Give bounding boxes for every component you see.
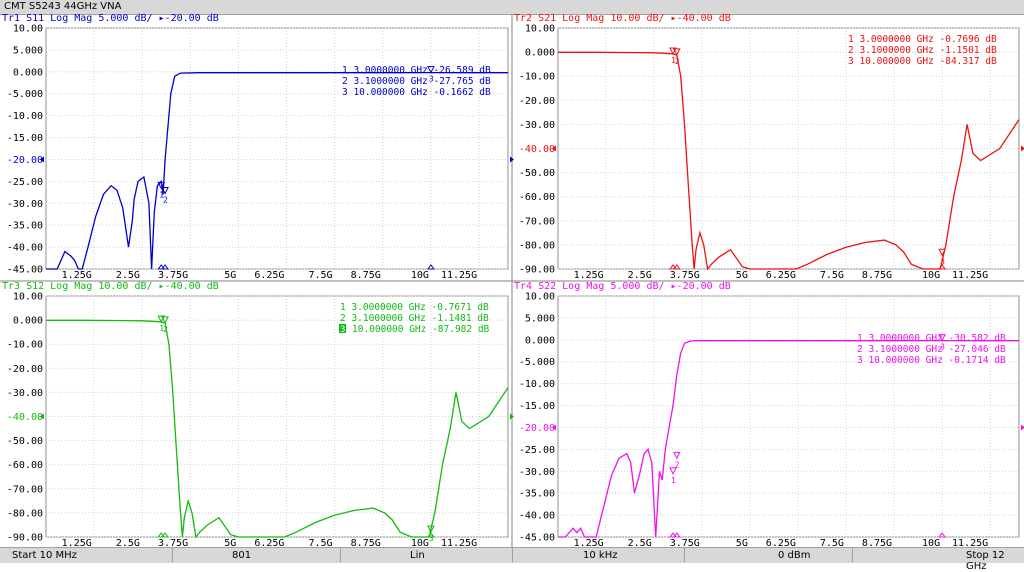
- y-tick-label: 5.000: [13, 45, 43, 56]
- y-tick-label: -90.00: [7, 533, 43, 544]
- y-tick-label: -30.00: [519, 120, 555, 131]
- marker-id: 2: [675, 57, 680, 66]
- panel-tr2: 10.00 0.000 -10.00 -20.00 -30.00 -40.00 -50.00…: [514, 13, 1024, 281]
- y-tick-label: -10.00: [519, 72, 555, 83]
- y-tick-label: -50.00: [519, 168, 555, 179]
- y-tick-label: 10.00: [13, 292, 43, 303]
- y-tick-label: -30.00: [7, 388, 43, 399]
- panel-tr3: 10.00 0.000 -10.00 -20.00 -30.00 -40.00 -50.00…: [2, 281, 514, 549]
- x-tick-label: 3.75G: [158, 270, 188, 281]
- status-points[interactable]: 801: [232, 550, 251, 561]
- marker-readout: 1 3.0000000 GHz -30.582 dB: [857, 333, 1006, 344]
- x-tick-label: 6.25G: [766, 270, 796, 281]
- y-tick-label: -40.00: [519, 511, 555, 522]
- marker-readout: 2 3.1000000 GHz -1.1481 dB: [340, 313, 489, 324]
- marker-readout: 3 10.000000 GHz -0.1714 dB: [857, 355, 1006, 366]
- marker-id: 1: [671, 476, 676, 485]
- status-ifbw[interactable]: 10 kHz: [583, 550, 617, 561]
- marker-readout: 3 10.000000 GHz -84.317 dB: [848, 56, 997, 67]
- y-tick-label: -40.00: [519, 144, 555, 155]
- y-tick-label: 0.000: [525, 335, 555, 346]
- y-tick-label: -30.00: [519, 467, 555, 478]
- x-tick-label: 8.75G: [351, 270, 381, 281]
- marker-readout: 1 3.0000000 GHz -26.589 dB: [342, 65, 491, 76]
- trace-title: Tr2 S21 Log Mag 10.00 dB/ ▸-40.00 dB: [514, 13, 731, 24]
- marker-id: 2: [163, 325, 168, 334]
- y-tick-label: -15.00: [519, 401, 555, 412]
- marker-readout: 2 3.1000000 GHz -27.046 dB: [857, 344, 1006, 355]
- y-tick-label: -20.00: [519, 423, 555, 434]
- y-tick-label: -50.00: [7, 436, 43, 447]
- y-tick-label: -30.00: [7, 199, 43, 210]
- y-tick-label: -45.00: [7, 265, 43, 276]
- y-tick-label: -35.00: [7, 221, 43, 232]
- marker-readout: 10.000000 GHz -87.982 dB: [352, 324, 490, 335]
- y-tick-label: -5.000: [519, 357, 555, 368]
- y-tick-label: -25.00: [519, 445, 555, 456]
- y-tick-label: -60.00: [7, 460, 43, 471]
- y-tick-label: 0.000: [13, 67, 43, 78]
- x-tick-label: 11.25G: [441, 270, 477, 281]
- y-tick-label: 0.000: [525, 48, 555, 59]
- status-stop[interactable]: Stop 12 GHz: [966, 550, 1024, 572]
- marker-id: 2: [675, 460, 680, 469]
- y-tick-label: -10.00: [519, 379, 555, 390]
- y-tick-label: -70.00: [519, 216, 555, 227]
- marker-readout: 3 10.000000 GHz -0.1662 dB: [342, 87, 491, 98]
- y-tick-label: -40.00: [7, 412, 43, 423]
- y-tick-label: -20.00: [519, 96, 555, 107]
- y-tick-label: -10.00: [7, 340, 43, 351]
- x-tick-label: 1.25G: [574, 270, 604, 281]
- x-tick-label: 3.75G: [670, 270, 700, 281]
- y-tick-label: -25.00: [7, 177, 43, 188]
- marker-readout: 2 3.1000000 GHz -1.1501 dB: [848, 45, 997, 56]
- y-tick-label: 10.00: [525, 292, 555, 303]
- trace-title: Tr4 S22 Log Mag 5.000 dB/ ▸-20.00 dB: [514, 281, 731, 292]
- y-tick-label: 10.00: [525, 24, 555, 35]
- y-tick-label: -90.00: [519, 265, 555, 276]
- y-tick-label: 5.000: [525, 313, 555, 324]
- x-tick-label: 11.25G: [952, 270, 988, 281]
- y-tick-label: -5.000: [7, 89, 43, 100]
- x-tick-label: 2.5G: [116, 270, 140, 281]
- status-start[interactable]: Start 10 MHz: [12, 550, 77, 561]
- y-tick-label: -80.00: [519, 240, 555, 251]
- x-tick-label: 6.25G: [254, 270, 284, 281]
- y-tick-label: -70.00: [7, 484, 43, 495]
- y-tick-label: -45.00: [519, 533, 555, 544]
- panel-tr4: 10.00 5.000 0.000 -5.000 -10.00 -15.00 -20.00 -…: [514, 281, 1024, 549]
- x-tick-label: 2.5G: [628, 270, 652, 281]
- panel-tr1: 10.00 5.000 0.000 -5.000 -10.00 -15.00 -20.00 -…: [2, 13, 514, 281]
- x-tick-label: 5G: [224, 270, 236, 281]
- y-tick-label: -20.00: [7, 155, 43, 166]
- y-tick-label: 0.000: [13, 316, 43, 327]
- trace-title: Tr1 S11 Log Mag 5.000 dB/ ▸-20.00 dB: [2, 13, 219, 24]
- y-tick-label: -40.00: [7, 243, 43, 254]
- x-tick-label: 7.5G: [309, 270, 333, 281]
- status-power[interactable]: 0 dBm: [778, 550, 811, 561]
- vna-charts: 10.00 5.000 0.000 -5.000 -10.00 -15.00 -20.00 -…: [0, 13, 1024, 549]
- y-tick-label: -60.00: [519, 192, 555, 203]
- active-marker-id: 3: [340, 325, 345, 335]
- y-tick-label: -20.00: [7, 364, 43, 375]
- y-tick-label: 10.00: [13, 24, 43, 35]
- x-tick-label: 1.25G: [62, 270, 92, 281]
- x-tick-label: 7.5G: [820, 270, 844, 281]
- x-tick-label: 10G: [411, 270, 429, 281]
- x-tick-label: 10G: [922, 270, 940, 281]
- y-tick-label: -15.00: [7, 133, 43, 144]
- marker-readout: 1 3.0000000 GHz -0.7696 dB: [848, 34, 997, 45]
- y-tick-label: -10.00: [7, 111, 43, 122]
- y-tick-label: -35.00: [519, 489, 555, 500]
- y-tick-label: -80.00: [7, 508, 43, 519]
- x-tick-label: 5G: [736, 270, 748, 281]
- trace-title: Tr3 S12 Log Mag 10.00 dB/ ▸-40.00 dB: [2, 281, 219, 292]
- marker-readout: 1 3.0000000 GHz -0.7671 dB: [340, 302, 489, 313]
- marker-readout: 2 3.1000000 GHz -27.765 dB: [342, 76, 491, 87]
- marker-id: 2: [163, 195, 168, 204]
- x-tick-label: 8.75G: [862, 270, 892, 281]
- status-sweep-type[interactable]: Lin: [410, 550, 425, 561]
